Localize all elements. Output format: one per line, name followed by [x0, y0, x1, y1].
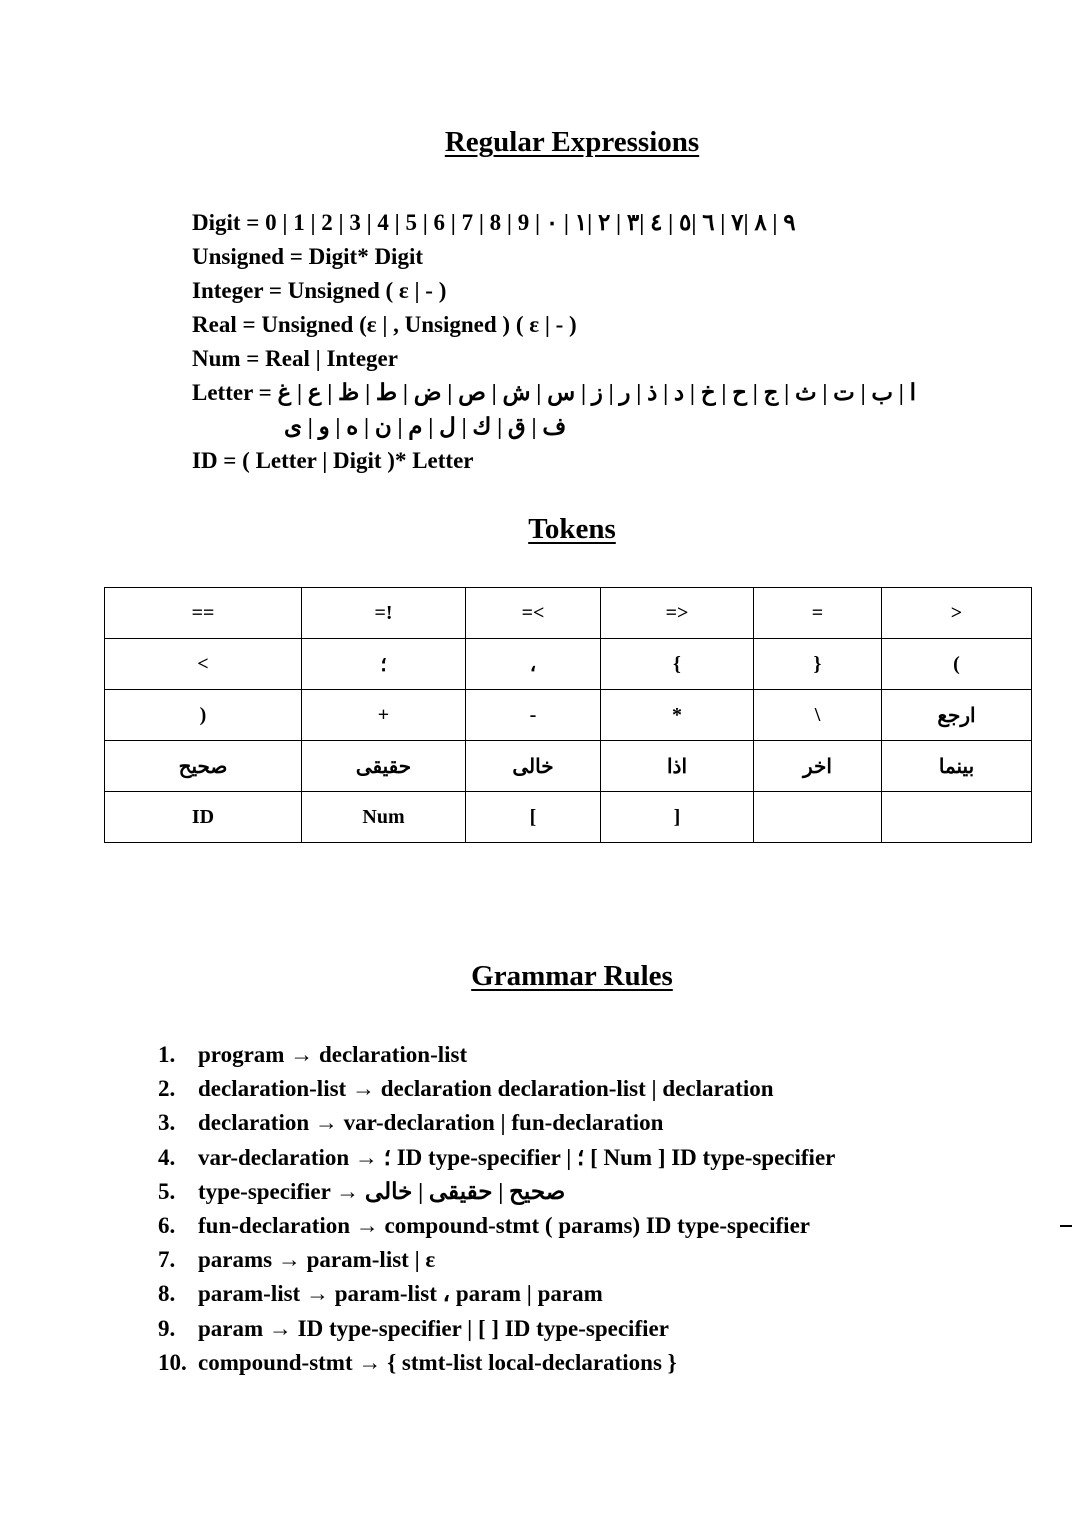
list-item: 3. declaration → var-declaration | fun-de…	[158, 1110, 664, 1136]
list-item: 5. type-specifier → صحيح | حقيقى | خالى	[158, 1178, 566, 1204]
token-cell	[753, 791, 882, 843]
regex-letter-label: Letter =	[192, 380, 272, 405]
token-cell: {	[600, 638, 754, 690]
token-cell: =>	[600, 587, 754, 639]
token-cell: =!	[301, 587, 466, 639]
table-row: ) + - * \ ارجع	[104, 689, 1032, 741]
token-cell: *	[600, 689, 754, 741]
regex-definitions: Digit = 0 | 1 | 2 | 3 | 4 | 5 | 6 | 7 | …	[192, 206, 1012, 478]
regex-letter-continuation: ف | ق | ك | ل | م | ن | ه | و | ى	[192, 410, 1012, 444]
grammar-rules-list: 1. program → declaration-list 2. declarati…	[158, 1038, 835, 1380]
table-row: صحيح حقيقى خالى اذا اخر بينما	[104, 740, 1032, 792]
list-item: 4. var-declaration → ؛ ID type-specifier …	[158, 1144, 836, 1170]
table-row: ID Num [ ]	[104, 791, 1032, 843]
token-cell: >	[881, 587, 1032, 639]
token-cell: [	[465, 791, 601, 843]
list-item: 6. fun-declaration → compound-stmt ( para…	[158, 1212, 810, 1238]
list-item: 7. params → param-list | ε	[158, 1247, 436, 1273]
regex-num: Num = Real | Integer	[192, 346, 398, 371]
list-item: 2. declaration-list → declaration declara…	[158, 1076, 774, 1102]
list-item: 9. param → ID type-specifier | [ ] ID typ…	[158, 1315, 669, 1341]
token-cell: اخر	[753, 740, 882, 792]
regex-unsigned: Unsigned = Digit* Digit	[192, 244, 423, 269]
regex-letter-line1: ا | ب | ت | ث | ج | ح | خ | د | ذ | ر | …	[277, 380, 916, 405]
token-cell: -	[465, 689, 601, 741]
token-cell: خالى	[465, 740, 601, 792]
token-cell: ،	[465, 638, 601, 690]
token-cell: صحيح	[104, 740, 302, 792]
table-row: < ؛ ، { } (	[104, 638, 1032, 690]
regex-integer: Integer = Unsigned ( ε | - )	[192, 278, 447, 303]
token-cell: ==	[104, 587, 302, 639]
token-cell: +	[301, 689, 466, 741]
token-cell: (	[881, 638, 1032, 690]
token-cell: Num	[301, 791, 466, 843]
regular-expressions-heading: Regular Expressions	[444, 126, 700, 158]
token-cell: حقيقى	[301, 740, 466, 792]
token-cell: )	[104, 689, 302, 741]
grammar-rules-heading: Grammar Rules	[471, 960, 673, 992]
token-cell: \	[753, 689, 882, 741]
token-cell: بينما	[881, 740, 1032, 792]
tokens-table: == =! =< => = > < ؛ ، { } ( ) + - * \ ار…	[104, 587, 1032, 843]
token-cell: ؛	[301, 638, 466, 690]
table-row: == =! =< => = >	[104, 587, 1032, 639]
token-cell	[881, 791, 1032, 843]
list-item: 1. program → declaration-list	[158, 1042, 468, 1067]
regex-real: Real = Unsigned (ε | , Unsigned ) ( ε | …	[192, 312, 577, 337]
list-item: 10. compound-stmt → { stmt-list local-dec…	[158, 1349, 677, 1375]
margin-mark	[1060, 1225, 1072, 1227]
token-cell: اذا	[600, 740, 754, 792]
token-cell: }	[753, 638, 882, 690]
regex-digit: Digit = 0 | 1 | 2 | 3 | 4 | 5 | 6 | 7 | …	[192, 210, 796, 235]
tokens-heading: Tokens	[528, 513, 616, 545]
regex-id: ID = ( Letter | Digit )* Letter	[192, 448, 474, 473]
token-cell: =	[753, 587, 882, 639]
regex-letter-line2: ف | ق | ك | ل | م | ن | ه | و | ى	[284, 414, 567, 439]
token-cell: <	[104, 638, 302, 690]
token-cell: =<	[465, 587, 601, 639]
regex-letter: Letter = ا | ب | ت | ث | ج | ح | خ | د |…	[192, 376, 1012, 410]
token-cell: ]	[600, 791, 754, 843]
token-cell: ارجع	[881, 689, 1032, 741]
token-cell: ID	[104, 791, 302, 843]
list-item: 8. param-list → param-list ، param | para…	[158, 1281, 603, 1307]
